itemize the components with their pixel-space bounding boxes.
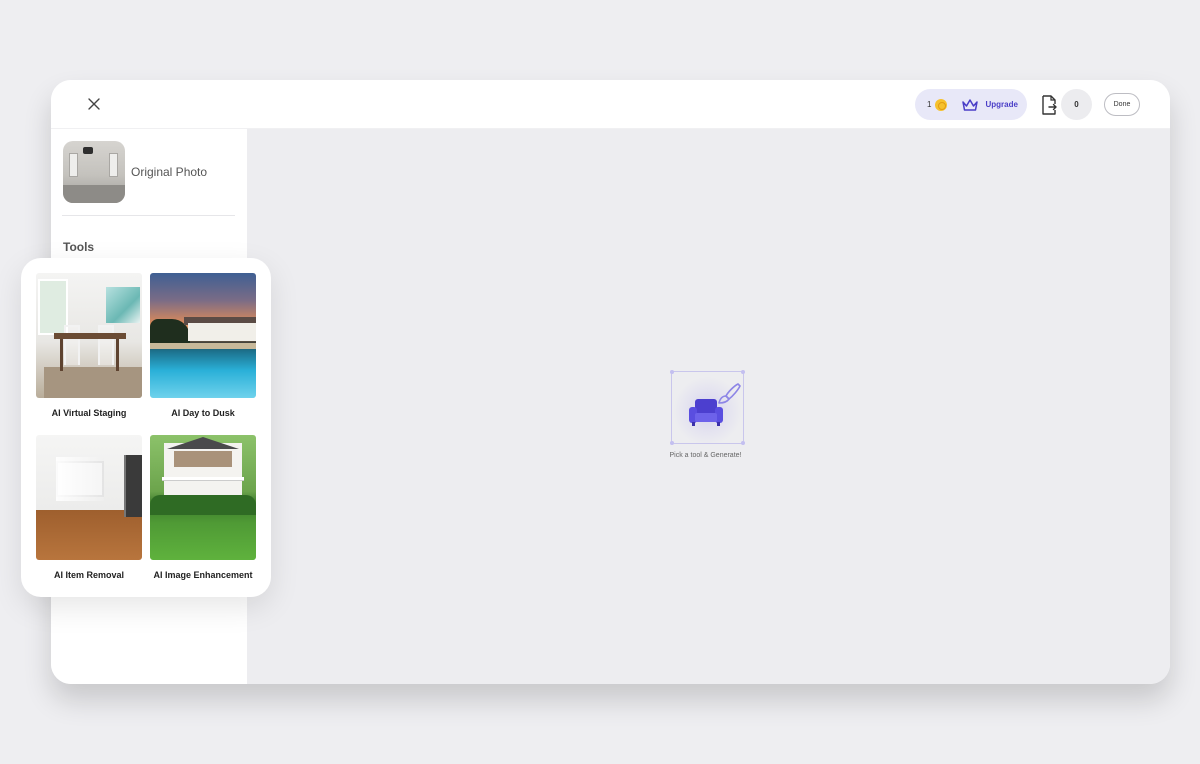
upgrade-button[interactable]: Upgrade [985, 100, 1017, 109]
done-button[interactable]: Done [1104, 93, 1140, 116]
top-bar: 1 Upgrade 0 Done [51, 80, 1170, 129]
coin-icon [935, 98, 948, 111]
sidebar-divider [62, 215, 235, 216]
tools-panel: AI Virtual Staging AI Day to Dusk AI Ite… [21, 258, 271, 597]
thumb-window [109, 153, 118, 177]
brush-icon [718, 383, 741, 404]
virtual-staging-thumbnail [36, 273, 142, 398]
canvas-area: Pick a tool & Generate! [247, 129, 1170, 684]
rug [44, 367, 142, 398]
tool-label: AI Item Removal [53, 570, 125, 580]
credit-count: 1 [927, 100, 932, 109]
export-count-badge: 0 [1061, 89, 1092, 120]
tool-card-virtual-staging[interactable]: AI Virtual Staging [36, 273, 142, 418]
room-door [124, 455, 142, 517]
original-photo-item[interactable]: Original Photo [63, 141, 207, 203]
dining-chair [64, 325, 80, 365]
thumb-window [69, 153, 78, 177]
tool-label: AI Image Enhancement [153, 570, 253, 580]
table-leg [116, 339, 119, 371]
tool-card-item-removal[interactable]: AI Item Removal [36, 435, 142, 580]
frame-handle [741, 370, 745, 374]
close-icon [88, 98, 100, 110]
frame-handle [670, 370, 674, 374]
tools-heading: Tools [63, 240, 95, 254]
tool-label: AI Virtual Staging [51, 408, 127, 418]
tool-card-image-enhancement[interactable]: AI Image Enhancement [150, 435, 256, 580]
house-balcony [162, 477, 244, 481]
close-button[interactable] [84, 94, 104, 114]
credits-upgrade-pill[interactable]: 1 Upgrade [915, 89, 1027, 120]
pool-deck [150, 343, 256, 349]
curtain [56, 457, 104, 501]
house [188, 323, 256, 341]
original-photo-label: Original Photo [131, 165, 208, 179]
house-siding [174, 451, 232, 467]
empty-state-caption: Pick a tool & Generate! [669, 452, 742, 459]
empty-state-frame [670, 370, 745, 445]
wall-art [106, 287, 140, 323]
hedge [150, 495, 256, 515]
empty-state: Pick a tool & Generate! [670, 370, 746, 459]
thumb-chandelier [83, 147, 93, 154]
day-to-dusk-thumbnail [150, 273, 256, 398]
thumb-floor [63, 185, 125, 203]
original-photo-thumbnail [63, 141, 125, 203]
table-leg [60, 339, 63, 371]
frame-handle [670, 441, 674, 445]
tool-label: AI Day to Dusk [171, 408, 235, 418]
image-enhancement-thumbnail [150, 435, 256, 560]
item-removal-thumbnail [36, 435, 142, 560]
dining-chair [98, 325, 114, 365]
crown-icon [962, 98, 979, 111]
tool-card-day-to-dusk[interactable]: AI Day to Dusk [150, 273, 256, 418]
export-icon[interactable] [1041, 95, 1057, 115]
frame-handle [741, 441, 745, 445]
